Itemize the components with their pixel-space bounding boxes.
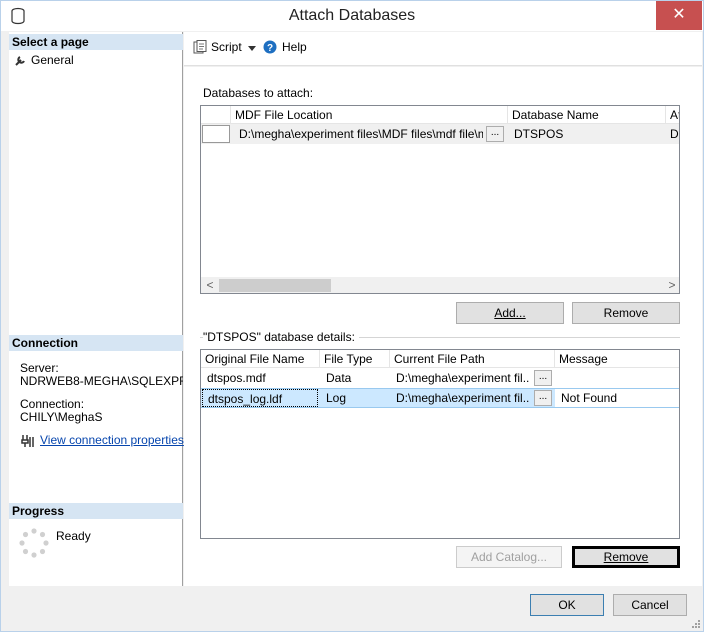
server-value: NDRWEB8-MEGHA\SQLEXPRESS [20, 374, 183, 388]
general-page-content: Databases to attach: MDF File Location D… [184, 67, 702, 586]
column-current-file-path[interactable]: Current File Path [390, 350, 555, 368]
ok-button[interactable]: OK [530, 594, 604, 616]
resize-grip-icon[interactable] [690, 618, 700, 628]
attach-as-cell[interactable]: D [666, 125, 679, 143]
add-catalog-button[interactable]: Add Catalog... [456, 546, 562, 568]
scroll-thumb[interactable] [219, 279, 331, 292]
connection-header: Connection [9, 335, 183, 351]
remove-database-button[interactable]: Remove [572, 302, 680, 324]
column-original-file-name[interactable]: Original File Name [201, 350, 320, 368]
databases-grid-header: MDF File Location Database Name At [201, 106, 679, 124]
row-header-corner [201, 106, 231, 124]
wrench-icon [15, 56, 25, 66]
table-row[interactable]: dtspos.mdf Data D:\megha\experiment fil.… [201, 368, 679, 388]
connection-label: Connection: [20, 397, 85, 411]
script-dropdown-chevron-icon[interactable] [248, 46, 256, 51]
message-cell: Not Found [555, 389, 679, 407]
help-icon: ? [263, 40, 277, 54]
view-connection-properties-link[interactable]: View connection properties [40, 433, 184, 447]
help-button[interactable]: ? Help [263, 40, 307, 54]
server-label: Server: [20, 361, 59, 375]
window-title: Attach Databases [288, 7, 416, 24]
databases-to-attach-label: Databases to attach: [203, 86, 314, 100]
column-file-type[interactable]: File Type [320, 350, 390, 368]
dialog-footer: OK Cancel [1, 586, 703, 631]
file-path-cell[interactable]: D:\megha\experiment fil... [390, 389, 530, 407]
progress-header: Progress [9, 503, 183, 519]
table-row[interactable]: D:\megha\experiment files\MDF files\mdf … [201, 124, 679, 144]
file-name-cell[interactable]: dtspos_log.ldf [202, 389, 318, 407]
script-icon [193, 40, 207, 54]
databases-grid[interactable]: MDF File Location Database Name At D:\me… [200, 105, 680, 294]
toolbar: Script ? Help [184, 32, 702, 66]
connection-properties-icon [21, 435, 34, 447]
help-label: Help [282, 40, 307, 54]
title-bar: Attach Databases ✕ [1, 1, 703, 31]
remove-file-button[interactable]: Remove [572, 546, 680, 568]
left-pane: Select a page General Connection Server:… [9, 32, 184, 586]
column-message[interactable]: Message [555, 350, 679, 368]
file-type-cell[interactable]: Log [320, 389, 390, 407]
file-type-cell[interactable]: Data [320, 369, 390, 387]
database-details-label: "DTSPOS" database details: [203, 330, 359, 344]
add-catalog-label: Add Catalog... [470, 550, 548, 564]
column-attach-as[interactable]: At [666, 106, 679, 124]
right-pane: Script ? Help Databases to attach: MDF F… [184, 32, 702, 586]
row-selector[interactable] [202, 125, 230, 143]
progress-status: Ready [56, 529, 91, 543]
script-label: Script [211, 40, 242, 54]
database-details-grid[interactable]: Original File Name File Type Current Fil… [200, 349, 680, 539]
add-database-button[interactable]: Add... [456, 302, 564, 324]
database-name-cell[interactable]: DTSPOS [508, 125, 658, 143]
details-grid-header: Original File Name File Type Current Fil… [201, 350, 679, 368]
remove-file-label: Remove [603, 550, 649, 564]
remove-database-label: Remove [603, 306, 649, 320]
scroll-left-icon[interactable]: < [204, 278, 216, 293]
table-row-selected[interactable]: dtspos_log.ldf Log D:\megha\experiment f… [201, 388, 679, 408]
horizontal-scrollbar[interactable]: < > [201, 277, 679, 293]
file-path-cell[interactable]: D:\megha\experiment fil... [390, 369, 530, 387]
browse-mdf-button[interactable]: ... [486, 126, 504, 142]
page-item-label: General [31, 53, 74, 67]
script-button[interactable]: Script [193, 40, 242, 54]
close-button[interactable]: ✕ [656, 1, 702, 30]
progress-spinner-icon [19, 528, 49, 558]
column-database-name[interactable]: Database Name [508, 106, 666, 124]
page-item-general[interactable]: General [15, 52, 74, 68]
message-cell [555, 369, 679, 387]
svg-text:?: ? [267, 43, 273, 54]
mdf-location-cell[interactable]: D:\megha\experiment files\MDF files\mdf … [233, 125, 483, 143]
add-database-label: Add... [494, 306, 526, 320]
connection-value: CHILY\MeghaS [20, 410, 103, 424]
select-page-header: Select a page [9, 34, 183, 50]
browse-file-path-button[interactable]: ... [534, 370, 552, 386]
file-name-cell[interactable]: dtspos.mdf [201, 369, 320, 387]
cancel-button[interactable]: Cancel [613, 594, 687, 616]
column-mdf-file-location[interactable]: MDF File Location [231, 106, 508, 124]
attach-databases-dialog: Attach Databases ✕ Select a page General… [0, 0, 704, 632]
scroll-right-icon[interactable]: > [666, 278, 678, 293]
browse-file-path-button[interactable]: ... [534, 390, 552, 406]
